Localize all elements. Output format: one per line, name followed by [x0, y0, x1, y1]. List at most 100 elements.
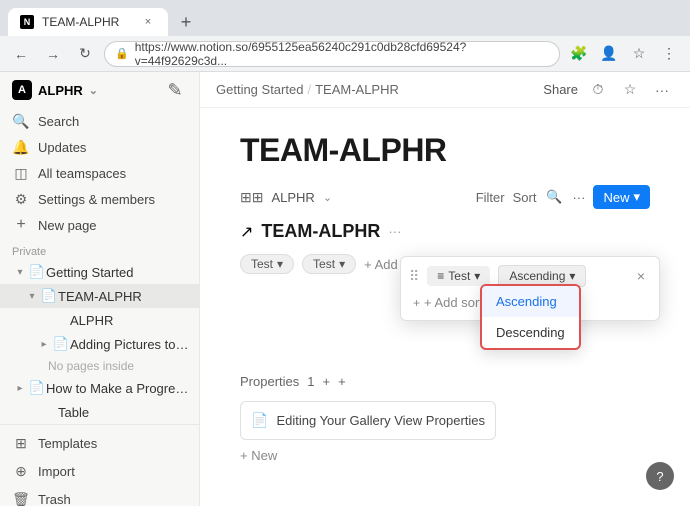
- sidebar-bottom: ⊞ Templates ⊕ Import 🗑 Trash: [0, 424, 199, 506]
- table-page-icon: [40, 403, 58, 421]
- sidebar-updates-label: Updates: [38, 140, 86, 155]
- trash-icon: 🗑: [12, 490, 30, 506]
- history-icon[interactable]: ⏱: [586, 78, 610, 102]
- sidebar-item-how-to-make[interactable]: ▸ 📄 How to Make a Progres...: [0, 376, 199, 400]
- sort-field-label: Test: [448, 269, 470, 283]
- toggle-team-alphr-icon[interactable]: ▾: [24, 288, 40, 304]
- address-bar[interactable]: 🔒 https://www.notion.so/6955125ea56240c2…: [104, 41, 560, 67]
- sort-drag-handle-icon[interactable]: ⠿: [409, 268, 419, 285]
- sidebar-item-import[interactable]: ⊕ Import: [0, 457, 199, 485]
- sidebar-item-new-page[interactable]: + New page: [0, 212, 199, 238]
- filter-pill-test1-arrow-icon: ▾: [277, 257, 283, 271]
- filter-pill-test1-label: Test: [251, 257, 273, 271]
- sort-field-selector[interactable]: ≡ Test ▾: [427, 266, 490, 286]
- view-more-icon[interactable]: ···: [388, 224, 401, 239]
- new-entry-button[interactable]: New ▾: [593, 185, 650, 209]
- add-new-button[interactable]: + New: [240, 440, 650, 471]
- sidebar-item-all-teamspaces[interactable]: ◫ All teamspaces: [0, 160, 199, 186]
- sort-close-button[interactable]: ×: [631, 266, 651, 286]
- toggle-adding-pictures-icon[interactable]: ▸: [36, 336, 52, 352]
- sidebar-item-settings[interactable]: ⚙ Settings & members: [0, 186, 199, 212]
- sort-option-ascending[interactable]: Ascending: [482, 286, 579, 317]
- sidebar-new-page-icon[interactable]: ✎: [163, 78, 187, 102]
- sidebar-item-alphr[interactable]: ALPHR: [0, 308, 199, 332]
- sort-button[interactable]: Sort: [513, 190, 537, 205]
- bookmark-icon[interactable]: ☆: [626, 41, 652, 67]
- sidebar-search-label: Search: [38, 114, 79, 129]
- new-btn-arrow-icon: ▾: [633, 189, 640, 205]
- properties-more-icon[interactable]: +: [338, 374, 346, 389]
- toggle-getting-started-icon[interactable]: ▾: [12, 264, 28, 280]
- help-button[interactable]: ?: [646, 462, 674, 490]
- sidebar-teamspaces-label: All teamspaces: [38, 166, 126, 181]
- tab-close-button[interactable]: ×: [140, 14, 156, 30]
- profile-icon[interactable]: 👤: [596, 41, 622, 67]
- sidebar-item-trash[interactable]: 🗑 Trash: [0, 485, 199, 506]
- view-arrow-icon: ↗: [240, 222, 253, 242]
- database-more-icon[interactable]: ···: [572, 190, 585, 205]
- alphr-page-icon: [52, 311, 70, 329]
- gallery-row: 📄 Editing Your Gallery View Properties: [240, 401, 650, 440]
- view-header: ↗ TEAM-ALPHR ···: [240, 221, 650, 242]
- topbar-actions: Share ⏱ ☆ ···: [543, 78, 674, 102]
- filter-button[interactable]: Filter: [476, 190, 505, 205]
- sort-order-label: Ascending: [509, 269, 565, 283]
- browser-titlebar: N TEAM-ALPHR × +: [0, 0, 690, 36]
- star-icon[interactable]: ☆: [618, 78, 642, 102]
- sidebar-new-page-label: New page: [38, 218, 97, 233]
- database-name[interactable]: ALPHR: [271, 190, 314, 205]
- back-button[interactable]: ←: [8, 41, 34, 67]
- adding-pictures-label: Adding Pictures to Yo...: [70, 337, 191, 352]
- extensions-icon[interactable]: 🧩: [566, 41, 592, 67]
- filter-pill-test2[interactable]: Test ▾: [302, 254, 356, 274]
- share-button[interactable]: Share: [543, 82, 578, 97]
- sidebar-item-templates[interactable]: ⊞ Templates: [0, 429, 199, 457]
- filter-pill-test1[interactable]: Test ▾: [240, 254, 294, 274]
- workspace-icon: A: [12, 80, 32, 100]
- tab-bar: N TEAM-ALPHR × +: [8, 0, 200, 36]
- adding-pictures-page-icon: 📄: [52, 335, 70, 353]
- database-actions: Filter Sort 🔍 ··· New ▾: [476, 185, 650, 209]
- sidebar-item-search[interactable]: 🔍 Search: [0, 108, 199, 134]
- help-icon: ?: [656, 469, 663, 484]
- new-tab-button[interactable]: +: [172, 8, 200, 36]
- toolbar-actions: 🧩 👤 ☆ ⋮: [566, 41, 682, 67]
- sort-option-ascending-label: Ascending: [496, 294, 557, 309]
- filter-pill-test2-arrow-icon: ▾: [339, 257, 345, 271]
- breadcrumb-team-alphr[interactable]: TEAM-ALPHR: [315, 82, 399, 97]
- page-content: TEAM-ALPHR ⊞⊞ ALPHR ⌄ Filter Sort 🔍 ··· …: [200, 108, 690, 506]
- sidebar-item-table[interactable]: Table: [0, 400, 199, 424]
- teamspaces-icon: ◫: [12, 164, 30, 182]
- breadcrumb-getting-started[interactable]: Getting Started: [216, 82, 303, 97]
- database-search-icon[interactable]: 🔍: [544, 187, 564, 207]
- gallery-card[interactable]: 📄 Editing Your Gallery View Properties: [240, 401, 496, 440]
- sidebar-item-adding-pictures[interactable]: ▸ 📄 Adding Pictures to Yo...: [0, 332, 199, 356]
- tab-favicon: N: [20, 15, 34, 29]
- browser-menu-icon[interactable]: ⋮: [656, 41, 682, 67]
- new-btn-label: New: [603, 190, 629, 205]
- add-sort-button[interactable]: + + Add sort: [413, 295, 483, 310]
- gallery-properties-row: Properties 1 + +: [240, 374, 650, 389]
- how-to-make-page-icon: 📄: [28, 379, 46, 397]
- sort-order-arrow-icon: ▾: [569, 269, 575, 283]
- more-options-icon[interactable]: ···: [650, 78, 674, 102]
- card-page-icon: 📄: [251, 412, 268, 429]
- no-pages-label: No pages inside: [48, 359, 191, 373]
- sort-option-descending[interactable]: Descending: [482, 317, 579, 348]
- toggle-how-to-make-icon[interactable]: ▸: [12, 380, 28, 396]
- private-section-label: Private: [0, 238, 199, 260]
- card-label: Editing Your Gallery View Properties: [276, 413, 485, 428]
- active-tab[interactable]: N TEAM-ALPHR ×: [8, 8, 168, 36]
- sidebar-item-team-alphr[interactable]: ▾ 📄 TEAM-ALPHR: [0, 284, 199, 308]
- workspace-selector[interactable]: A ALPHR ⌄: [12, 80, 98, 100]
- browser-toolbar: ← → ↻ 🔒 https://www.notion.so/6955125ea5…: [0, 36, 690, 72]
- properties-plus-icon[interactable]: +: [322, 374, 330, 389]
- sidebar-item-getting-started[interactable]: ▾ 📄 Getting Started: [0, 260, 199, 284]
- refresh-button[interactable]: ↻: [72, 41, 98, 67]
- alphr-label: ALPHR: [70, 313, 191, 328]
- forward-button[interactable]: →: [40, 41, 66, 67]
- team-alphr-page-icon: 📄: [40, 287, 58, 305]
- sidebar-item-updates[interactable]: 🔔 Updates: [0, 134, 199, 160]
- properties-label: Properties: [240, 374, 299, 389]
- app-container: A ALPHR ⌄ ✎ 🔍 Search 🔔 Updates ◫ All tea…: [0, 72, 690, 506]
